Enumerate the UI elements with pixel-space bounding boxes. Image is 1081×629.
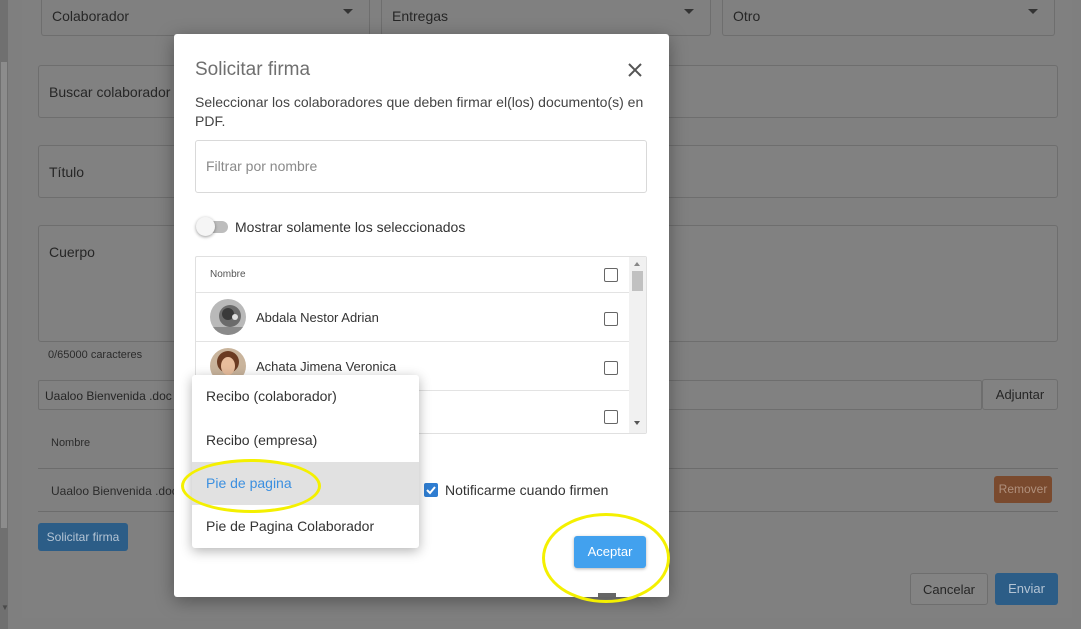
- row-checkbox[interactable]: [604, 312, 618, 326]
- check-icon: [426, 486, 436, 495]
- left-scrollbar-thumb[interactable]: [1, 62, 7, 528]
- attach-button[interactable]: Adjuntar: [982, 379, 1058, 410]
- toggle-knob: [196, 217, 215, 236]
- list-item[interactable]: Abdala Nestor Adrian: [196, 293, 629, 342]
- scroll-down-arrow-icon[interactable]: ▼: [1, 603, 9, 612]
- send-button[interactable]: Enviar: [995, 573, 1058, 605]
- scroll-down-icon[interactable]: [634, 421, 640, 425]
- attachment-input-value: Uaaloo Bienvenida .doc: [45, 389, 172, 403]
- menu-item-recibo-colaborador[interactable]: Recibo (colaborador): [192, 375, 419, 418]
- type-select[interactable]: Entregas: [381, 0, 711, 36]
- table-row-name: Uaaloo Bienvenida .doc: [51, 484, 178, 498]
- dialog-title: Solicitar firma: [195, 59, 311, 80]
- row-checkbox[interactable]: [604, 361, 618, 375]
- remove-button[interactable]: Remover: [994, 476, 1052, 503]
- left-scrollbar[interactable]: ▼: [0, 0, 9, 629]
- other-select-value: Otro: [733, 8, 761, 24]
- scroll-up-icon[interactable]: [634, 262, 640, 266]
- row-checkbox[interactable]: [604, 410, 618, 424]
- cancel-button[interactable]: Cancelar: [910, 573, 988, 605]
- type-select-value: Entregas: [392, 8, 449, 24]
- request-signature-button[interactable]: Solicitar firma: [38, 523, 128, 551]
- filter-field[interactable]: [195, 140, 647, 193]
- highlight-ring: [542, 513, 670, 603]
- table-header-name: Nombre: [51, 437, 91, 449]
- notify-label: Notificarme cuando firmen: [445, 482, 609, 498]
- highlight-ring: [181, 459, 321, 513]
- search-collaborator-label: Buscar colaborador: [49, 84, 171, 100]
- category-select[interactable]: Colaborador: [41, 0, 370, 36]
- list-scrollbar-thumb[interactable]: [632, 271, 643, 291]
- select-all-checkbox[interactable]: [604, 268, 618, 282]
- list-header-name: Nombre: [210, 269, 246, 280]
- menu-item-pie-de-pagina-colaborador[interactable]: Pie de Pagina Colaborador: [192, 505, 419, 548]
- list-scrollbar[interactable]: [629, 257, 646, 433]
- chevron-down-icon: [684, 9, 694, 14]
- collaborator-name: Abdala Nestor Adrian: [256, 310, 379, 325]
- dialog-description: Seleccionar los colaboradores que deben …: [195, 94, 644, 129]
- show-selected-toggle[interactable]: [196, 217, 228, 236]
- body-label: Cuerpo: [49, 244, 95, 260]
- char-count: 0/65000 caracteres: [48, 349, 143, 361]
- menu-item-recibo-empresa[interactable]: Recibo (empresa): [192, 419, 419, 462]
- list-header: Nombre: [196, 257, 629, 293]
- show-selected-label: Mostrar solamente los seleccionados: [235, 219, 466, 235]
- chevron-down-icon: [1028, 9, 1038, 14]
- avatar: [210, 299, 246, 335]
- category-select-value: Colaborador: [52, 8, 130, 24]
- collaborator-name: Achata Jimena Veronica: [256, 359, 397, 374]
- other-select[interactable]: Otro: [722, 0, 1055, 36]
- title-label: Título: [49, 164, 85, 180]
- chevron-down-icon: [343, 9, 353, 14]
- notify-checkbox[interactable]: [424, 483, 438, 497]
- filter-input[interactable]: [206, 158, 626, 174]
- close-icon[interactable]: [626, 61, 644, 79]
